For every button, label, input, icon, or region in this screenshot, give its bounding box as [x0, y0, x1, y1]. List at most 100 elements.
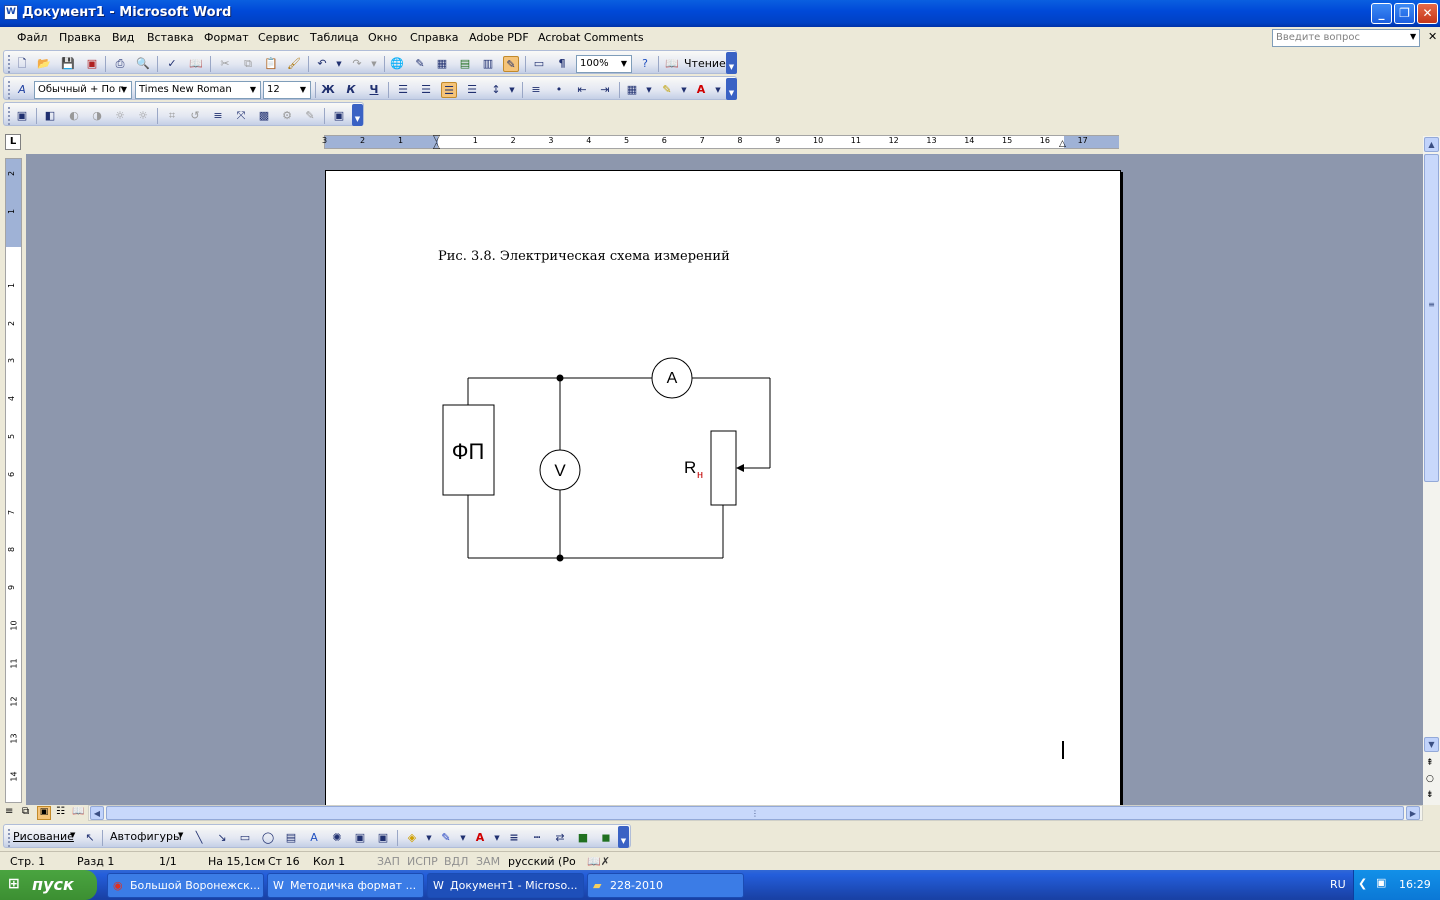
cut-icon[interactable]: ✂ [217, 56, 233, 72]
styles-pane-icon[interactable]: A [14, 82, 30, 98]
font-color-icon[interactable]: A [693, 82, 709, 98]
tab-selector[interactable]: L [5, 134, 21, 150]
hscroll-thumb[interactable]: ⋮ [106, 806, 1404, 820]
font-size-select[interactable]: 12 ▼ [263, 81, 311, 99]
show-formatting-icon[interactable]: ¶ [554, 56, 570, 72]
clipart-icon[interactable]: ▣ [352, 830, 368, 846]
normal-view-icon[interactable]: ≡ [5, 806, 13, 817]
draw-font-color-icon[interactable]: A [472, 830, 488, 846]
drawing-menu-button[interactable]: Рисование [13, 830, 74, 843]
previous-page-icon[interactable]: ⇞ [1426, 758, 1434, 768]
word-app-icon[interactable]: W [4, 5, 18, 20]
left-indent-marker[interactable]: △ [433, 141, 440, 151]
toolbar-grip[interactable] [8, 829, 11, 847]
insert-excel-icon[interactable]: ▤ [457, 56, 473, 72]
less-brightness-icon[interactable]: ☼ [135, 108, 151, 124]
reading-view-icon[interactable]: 📖 [72, 806, 84, 817]
less-contrast-icon[interactable]: ◑ [89, 108, 105, 124]
line-style-icon[interactable]: ≡ [506, 830, 522, 846]
toolbar-grip[interactable] [8, 107, 11, 125]
font-select[interactable]: Times New Roman ▼ [135, 81, 261, 99]
task-methodichka[interactable]: W Методичка формат ... [267, 873, 424, 898]
crop-icon[interactable]: ⌗ [164, 108, 180, 124]
chevron-down-icon[interactable]: ▼ [178, 831, 183, 839]
read-button-label[interactable]: Чтение [684, 57, 726, 70]
status-record[interactable]: ЗАП [377, 855, 400, 868]
align-left-icon[interactable]: ☰ [395, 82, 411, 98]
research-icon[interactable]: 📖 [188, 56, 204, 72]
toolbar-options-icon[interactable]: ▼ [352, 104, 363, 126]
insert-picture-icon[interactable]: ▣ [14, 108, 30, 124]
print-layout-icon[interactable]: ▣ [37, 806, 51, 820]
toolbar-options-icon[interactable]: ▼ [726, 52, 737, 74]
horizontal-ruler[interactable]: 3 2 1 1 2 3 4 5 6 7 8 9 10 11 12 13 14 15 16 17 ▽ △ △ [322, 134, 1119, 151]
menu-view[interactable]: Вид [112, 31, 134, 44]
align-center-icon[interactable]: ☰ [418, 82, 434, 98]
underline-button[interactable]: Ч [366, 82, 382, 98]
format-picture-icon[interactable]: ⚙ [279, 108, 295, 124]
more-brightness-icon[interactable]: ☼ [112, 108, 128, 124]
numbering-icon[interactable]: ≡ [528, 82, 544, 98]
toolbar-options-icon[interactable]: ▼ [726, 78, 737, 100]
right-indent-marker[interactable]: △ [1059, 139, 1066, 149]
outline-view-icon[interactable]: ☷ [56, 806, 65, 817]
autoshapes-button[interactable]: Автофигуры [110, 830, 182, 843]
read-icon[interactable]: 📖 [664, 56, 680, 72]
clock[interactable]: 16:29 [1399, 878, 1431, 891]
restore-button[interactable]: ❐ [1394, 3, 1415, 24]
borders-dropdown-icon[interactable]: ▼ [641, 82, 657, 98]
menu-insert[interactable]: Вставка [147, 31, 194, 44]
network-icon[interactable]: ▣ [1376, 876, 1386, 889]
font-color-dropdown-icon[interactable]: ▼ [710, 82, 726, 98]
line-tool-icon[interactable]: ╲ [191, 830, 207, 846]
next-page-icon[interactable]: ⇟ [1426, 790, 1434, 800]
color-icon[interactable]: ◧ [42, 108, 58, 124]
toolbar-grip[interactable] [8, 55, 11, 73]
select-objects-icon[interactable]: ↖ [82, 830, 98, 846]
web-view-icon[interactable]: ⧉ [22, 806, 29, 817]
close-document-icon[interactable]: ✕ [1428, 30, 1437, 43]
wordart-icon[interactable]: A [306, 830, 322, 846]
tray-expand-icon[interactable]: ❮ [1358, 877, 1367, 890]
arrow-tool-icon[interactable]: ↘ [214, 830, 230, 846]
redo-dropdown-icon[interactable]: ▼ [366, 56, 382, 72]
document-area[interactable]: Рис. 3.8. Электрическая схема измерений [26, 154, 1423, 810]
copy-icon[interactable]: ⧉ [240, 56, 256, 72]
open-icon[interactable]: 📂 [36, 56, 52, 72]
task-document1[interactable]: W Документ1 - Microso... [427, 873, 584, 898]
vertical-ruler[interactable]: 2 1 1 2 3 4 5 6 7 8 9 10 11 12 13 14 [5, 158, 22, 803]
text-wrapping-icon[interactable]: ▩ [256, 108, 272, 124]
print-icon[interactable]: ⎙ [112, 56, 128, 72]
status-overtype[interactable]: ЗАМ [476, 855, 500, 868]
more-contrast-icon[interactable]: ◐ [66, 108, 82, 124]
status-track-changes[interactable]: ИСПР [407, 855, 438, 868]
insert-table-icon[interactable]: ▦ [434, 56, 450, 72]
dash-style-icon[interactable]: ┅ [529, 830, 545, 846]
redo-icon[interactable]: ↷ [349, 56, 365, 72]
justify-icon[interactable]: ☰ [464, 82, 480, 98]
arrow-style-icon[interactable]: ⇄ [552, 830, 568, 846]
task-folder[interactable]: ▰ 228-2010 [587, 873, 744, 898]
highlight-icon[interactable]: ✎ [659, 82, 675, 98]
paste-icon[interactable]: 📋 [263, 56, 279, 72]
highlight-dropdown-icon[interactable]: ▼ [676, 82, 692, 98]
menu-adobe-pdf[interactable]: Adobe PDF [469, 31, 529, 44]
drawing-toggle-icon[interactable]: ✎ [503, 56, 519, 72]
permission-icon[interactable]: ▣ [84, 56, 100, 72]
browse-object-icon[interactable]: ○ [1426, 774, 1434, 784]
line-color-dropdown-icon[interactable]: ▼ [455, 830, 471, 846]
rectangle-tool-icon[interactable]: ▭ [237, 830, 253, 846]
status-extend[interactable]: ВДЛ [444, 855, 468, 868]
diagram-icon[interactable]: ✺ [329, 830, 345, 846]
menu-edit[interactable]: Правка [59, 31, 101, 44]
document-page[interactable]: Рис. 3.8. Электрическая схема измерений [325, 170, 1121, 810]
close-button[interactable]: ✕ [1417, 3, 1438, 24]
format-painter-icon[interactable]: 🖌 [286, 56, 302, 72]
scroll-right-icon[interactable]: ▶ [1406, 806, 1420, 820]
minimize-button[interactable]: _ [1371, 3, 1392, 24]
scroll-thumb[interactable]: ≡ [1424, 154, 1439, 482]
help-icon[interactable]: ? [637, 56, 653, 72]
toolbar-options-icon[interactable]: ▼ [618, 826, 629, 848]
ask-dropdown-icon[interactable]: ▼ [1410, 32, 1416, 41]
horizontal-scrollbar[interactable]: ◀ ⋮ ▶ [88, 805, 1423, 821]
